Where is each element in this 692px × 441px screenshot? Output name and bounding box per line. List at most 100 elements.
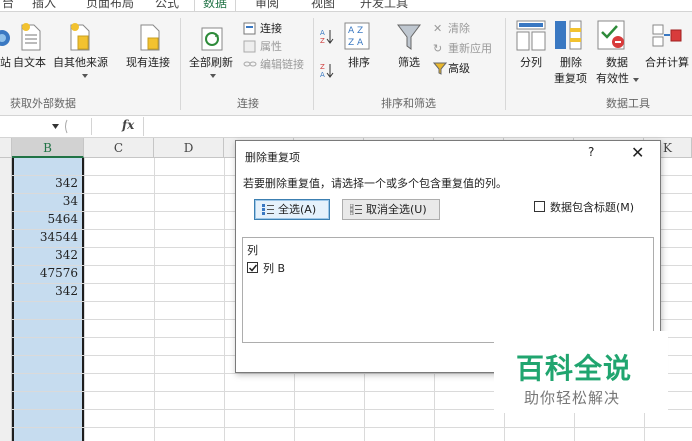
tab-insert[interactable]: 插入	[32, 0, 56, 11]
data-validation-icon	[597, 20, 625, 50]
select-all-icon	[262, 204, 274, 215]
ribbon-tab-bar: 台 插入 页面布局 公式 数据 审阅 视图 开发工具	[0, 0, 692, 12]
ribbon-separator	[180, 18, 181, 110]
has-headers-label: 数据包含标题(M)	[550, 201, 635, 214]
cell-b5[interactable]: 34544	[12, 230, 80, 245]
watermark-brand: 百科全说	[516, 352, 633, 385]
reapply-icon: ↻	[433, 42, 443, 55]
cell-b7[interactable]: 47576	[12, 266, 80, 281]
watermark-slogan: 助你轻松解决	[524, 389, 621, 407]
data-validation-label-1[interactable]: 数据	[606, 56, 628, 70]
select-all-corner[interactable]	[0, 138, 12, 158]
cell-b4[interactable]: 5464	[12, 212, 80, 227]
group-label-connections: 连接	[237, 97, 259, 110]
other-sources-icon	[70, 23, 90, 51]
cell-b3[interactable]: 34	[12, 194, 80, 209]
chevron-down-icon[interactable]	[52, 124, 59, 129]
properties-icon	[243, 40, 256, 53]
web-source-icon	[0, 30, 10, 46]
group-label-external-data: 获取外部数据	[10, 97, 76, 110]
grid-column-line	[84, 158, 85, 441]
remove-duplicates-button[interactable]: 删除	[560, 56, 582, 70]
svg-text:A: A	[320, 71, 325, 78]
svg-text:A Z: A Z	[348, 26, 363, 36]
properties-button[interactable]: 属性	[260, 40, 282, 54]
existing-connection-icon	[140, 24, 160, 51]
column-header-b[interactable]: B	[12, 138, 84, 158]
cell-b2[interactable]: 342	[12, 176, 80, 191]
sort-descending-icon: Z A	[320, 63, 334, 78]
group-label-sort-filter: 排序和筛选	[381, 97, 436, 110]
from-other-sources-button[interactable]: 自其他来源	[53, 56, 108, 70]
consolidate-button[interactable]: 合并计算	[645, 56, 689, 70]
dialog-prompt: 若要删除重复值，请选择一个或多个包含重复值的列。	[243, 177, 507, 190]
dialog-title: 删除重复项	[245, 151, 300, 164]
column-checkbox[interactable]	[247, 262, 258, 273]
tab-review[interactable]: 审阅	[255, 0, 279, 11]
unselect-all-label: 取消全选(U)	[366, 203, 427, 216]
remove-duplicates-label-1: 删除	[560, 56, 582, 69]
edit-links-icon	[243, 61, 257, 67]
edit-links-button[interactable]: 编辑链接	[260, 58, 304, 72]
unselect-all-icon	[350, 204, 362, 215]
reapply-button[interactable]: 重新应用	[448, 42, 492, 56]
column-list-item[interactable]: 列 B	[247, 260, 285, 276]
refresh-all-button[interactable]: 全部刷新	[189, 56, 233, 70]
text-file-icon	[21, 23, 41, 51]
text-to-columns-icon	[516, 20, 546, 51]
select-all-button[interactable]: 全选(A)	[254, 199, 330, 220]
formula-input[interactable]	[143, 117, 692, 136]
from-web-button[interactable]: 站	[0, 56, 11, 70]
svg-text:Z: Z	[320, 63, 325, 71]
cell-b8[interactable]: 342	[12, 284, 80, 299]
svg-text:Z A: Z A	[348, 38, 364, 48]
tab-developer[interactable]: 开发工具	[360, 0, 408, 11]
name-box[interactable]	[0, 118, 92, 135]
svg-text:A: A	[320, 29, 325, 37]
remove-duplicates-label-2: 重复项	[554, 72, 587, 85]
grid-column-line	[154, 158, 155, 441]
sort-button[interactable]: 排序	[348, 56, 370, 70]
column-list[interactable]: 列 列 B	[242, 237, 654, 343]
sort-dialog-icon: A Z Z A	[344, 22, 370, 50]
row-headers[interactable]	[0, 158, 12, 441]
cell-b6[interactable]: 342	[12, 248, 80, 263]
column-header-d[interactable]: D	[154, 138, 224, 158]
name-box-splitter-icon	[65, 119, 68, 134]
column-header-c[interactable]: C	[84, 138, 154, 158]
clear-filter-button[interactable]: 清除	[448, 22, 470, 36]
chevron-down-icon	[210, 74, 216, 78]
has-headers-checkbox[interactable]: 数据包含标题(M)	[534, 199, 634, 215]
checkbox-box[interactable]	[534, 201, 545, 212]
column-list-header: 列	[247, 244, 258, 257]
filter-button[interactable]: 筛选	[398, 56, 420, 70]
text-to-columns-button[interactable]: 分列	[520, 56, 542, 70]
insert-function-button[interactable]: fx	[122, 118, 134, 132]
chevron-down-icon	[82, 74, 88, 78]
tab-home[interactable]: 台	[2, 0, 14, 11]
sort-ascending-icon: A Z	[320, 29, 334, 44]
connections-button[interactable]: 连接	[260, 22, 282, 36]
data-validation-label-2[interactable]: 有效性	[596, 72, 629, 86]
ribbon-data: 站 自文本 自其他来源 现有连接 获取外部数据 全部刷新 连接 属性 编辑链接 …	[0, 12, 692, 116]
tab-view[interactable]: 视图	[311, 0, 335, 11]
grid-column-line	[224, 158, 225, 441]
ribbon-separator	[505, 18, 506, 110]
unselect-all-button[interactable]: 取消全选(U)	[342, 199, 440, 220]
close-button[interactable]: ✕	[631, 143, 644, 162]
filter-icon	[397, 24, 421, 50]
remove-duplicates-icon	[555, 20, 582, 50]
consolidate-icon	[652, 24, 682, 47]
formula-bar: fx	[0, 116, 692, 138]
help-button[interactable]: ?	[588, 145, 594, 159]
tab-data[interactable]: 数据	[194, 0, 237, 11]
existing-connections-button[interactable]: 现有连接	[126, 56, 170, 70]
connections-icon	[243, 22, 256, 35]
tab-page-layout[interactable]: 页面布局	[86, 0, 134, 11]
from-text-button[interactable]: 自文本	[13, 56, 46, 70]
advanced-filter-button[interactable]: 高级	[448, 62, 470, 76]
group-label-data-tools: 数据工具	[606, 97, 650, 110]
tab-formulas[interactable]: 公式	[155, 0, 179, 11]
chevron-down-icon	[633, 78, 639, 82]
svg-text:Z: Z	[320, 37, 325, 44]
